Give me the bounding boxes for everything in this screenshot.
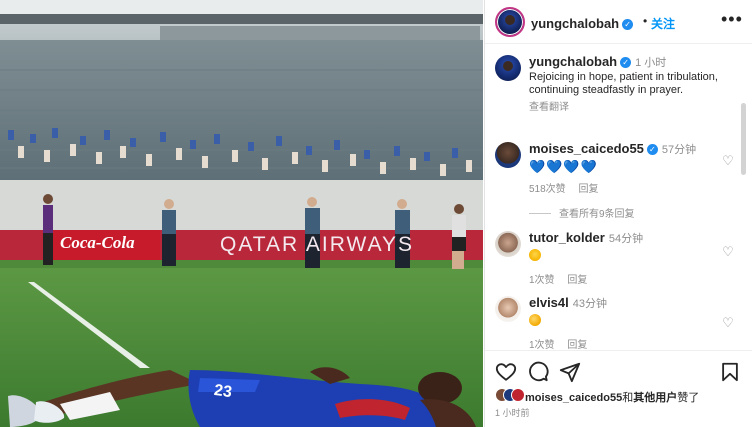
caption-username[interactable]: yungchalobah — [529, 54, 617, 69]
send-icon[interactable] — [559, 361, 581, 383]
commenter-username[interactable]: elvis4l — [529, 295, 569, 310]
commenter-username[interactable]: moises_caicedo55 — [529, 141, 644, 156]
comment-like-heart-icon[interactable]: ♡ — [721, 245, 735, 259]
commenter-username[interactable]: tutor_kolder — [529, 230, 605, 245]
comment-icon[interactable] — [527, 361, 549, 383]
see-translation-link[interactable]: 查看翻译 — [529, 98, 729, 113]
verified-badge-icon: ✓ — [622, 19, 634, 30]
reply-button[interactable]: 回复 — [578, 184, 598, 195]
liked-by-user[interactable]: moises_caicedo55 — [525, 392, 622, 404]
caption-time: 1 小时 — [635, 57, 667, 69]
caption-avatar[interactable] — [495, 55, 521, 81]
verified-badge-icon: ✓ — [646, 144, 658, 155]
more-options-icon[interactable]: ••• — [721, 9, 743, 30]
post-actions-bar: moises_caicedo55和其他用户赞了 1 小时前 — [485, 350, 752, 427]
author-avatar[interactable] — [495, 7, 525, 37]
liked-by-text: moises_caicedo55和其他用户赞了 — [525, 389, 699, 405]
caption-block: yungchalobah ✓ 1 小时 Rejoicing in hope, pat… — [495, 55, 735, 135]
comment-likes-count[interactable]: 1次赞 — [529, 340, 555, 350]
liked-by-and: 和 — [622, 392, 634, 404]
author-username-row[interactable]: yungchalobah ✓ — [531, 15, 634, 33]
post-header: yungchalobah ✓ • 关注 ••• — [485, 0, 752, 44]
comment-like-heart-icon[interactable]: ♡ — [721, 154, 735, 168]
comment-time: 43分钟 — [572, 298, 608, 310]
comment-text: 💙💙💙💙 — [529, 159, 598, 174]
reply-button[interactable]: 回复 — [567, 340, 587, 350]
liked-by-suffix: 赞了 — [677, 392, 700, 404]
commenter-avatar[interactable] — [495, 142, 521, 168]
separator-dot: • — [643, 14, 648, 28]
jersey-number: 23 — [212, 381, 233, 402]
caption-text: Rejoicing in hope, patient in tribulatio… — [529, 71, 718, 96]
comment-likes-count[interactable]: 518次赞 — [529, 184, 566, 195]
comment-time: 57分钟 — [661, 144, 697, 156]
comment-item: moises_caicedo55 ✓ 57分钟 💙💙💙💙 518次赞 回复 ♡ — [495, 142, 735, 202]
stadium-scene — [0, 0, 483, 427]
raised-hands-emoji-icon — [529, 249, 541, 261]
view-all-replies-link[interactable]: 查看所有9条回复 — [529, 205, 635, 220]
author-username[interactable]: yungchalobah — [531, 16, 619, 31]
comment-text — [529, 246, 729, 266]
liked-by-others[interactable]: 其他用户 — [633, 392, 677, 404]
comment-item: elvis4l 43分钟 1次赞 回复 ♡ — [495, 295, 735, 350]
bookmark-icon[interactable] — [719, 361, 741, 383]
liked-by-row[interactable]: moises_caicedo55和其他用户赞了 — [495, 388, 745, 404]
heart-icon[interactable] — [495, 361, 517, 383]
comment-time: 54分钟 — [608, 233, 644, 245]
verified-badge-icon: ✓ — [620, 57, 632, 68]
scrollbar-thumb[interactable] — [741, 103, 746, 175]
follow-button[interactable]: 关注 — [651, 15, 675, 32]
post-photo: Coca-Cola QATAR AIRWAYS 23 — [0, 0, 483, 427]
comment-likes-count[interactable]: 1次赞 — [529, 275, 555, 286]
post-timestamp: 1 小时前 — [495, 408, 530, 418]
comment-text — [529, 311, 729, 331]
commenter-avatar[interactable] — [495, 296, 521, 322]
comment-item: tutor_kolder 54分钟 1次赞 回复 ♡ — [495, 230, 735, 286]
post-side-panel: yungchalobah ✓ • 关注 ••• yungchalobah ✓ 1 小时… — [484, 0, 752, 427]
comments-scroll-area[interactable]: yungchalobah ✓ 1 小时 Rejoicing in hope, pat… — [485, 45, 752, 350]
clapping-hands-emoji-icon — [529, 314, 541, 326]
commenter-avatar[interactable] — [495, 231, 521, 257]
reply-button[interactable]: 回复 — [567, 275, 587, 286]
comment-like-heart-icon[interactable]: ♡ — [721, 316, 735, 330]
liker-avatar — [511, 388, 525, 402]
